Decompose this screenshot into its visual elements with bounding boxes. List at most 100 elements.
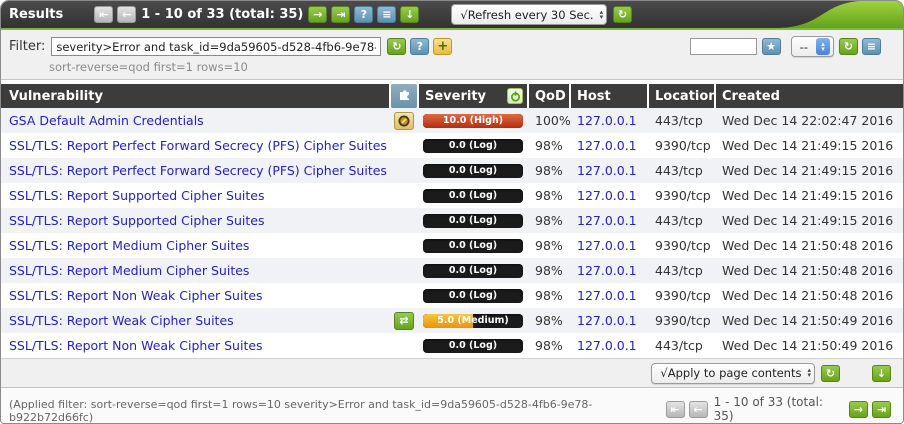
vulnerability-link[interactable]: SSL/TLS: Report Perfect Forward Secrecy … xyxy=(9,163,387,178)
table-row: SSL/TLS: Report Non Weak Cipher Suites 0… xyxy=(1,333,903,358)
severity-label: 0.0 (Log) xyxy=(423,164,523,178)
host-link[interactable]: 127.0.0.1 xyxy=(577,113,637,128)
first-page-button[interactable]: ⇤ xyxy=(666,401,685,418)
next-page-icon: → xyxy=(854,404,863,415)
qod-value: 98% xyxy=(529,183,569,208)
qod-value: 98% xyxy=(529,158,569,183)
table-row: GSA Default Admin Credentials 10.0 (High… xyxy=(1,108,903,133)
location-value: 9390/tcp xyxy=(649,308,714,333)
update-filter-button[interactable]: ↻ xyxy=(387,38,406,55)
saved-filter-select[interactable]: -- ▴▾ xyxy=(791,36,834,57)
vulnerability-link[interactable]: SSL/TLS: Report Supported Cipher Suites xyxy=(9,188,264,203)
column-header-severity[interactable]: Severity xyxy=(419,84,527,108)
pagination-count: 1 - 10 of 33 (total: 35) xyxy=(714,395,843,423)
previous-page-button[interactable]: ← xyxy=(689,401,708,418)
help-button[interactable]: ? xyxy=(354,6,373,23)
save-filter-button[interactable]: ★ xyxy=(762,38,781,55)
location-value: 9390/tcp xyxy=(649,183,714,208)
vulnerability-link[interactable]: SSL/TLS: Report Medium Cipher Suites xyxy=(9,238,249,253)
location-value: 443/tcp xyxy=(649,258,714,283)
download-page-button[interactable]: ↓ xyxy=(872,365,891,382)
list-icon: ≡ xyxy=(867,41,876,52)
vulnerability-link[interactable]: SSL/TLS: Report Medium Cipher Suites xyxy=(9,263,249,278)
created-value: Wed Dec 14 21:50:49 2016 xyxy=(716,308,903,333)
refresh-icon: ↻ xyxy=(392,41,401,52)
next-page-button[interactable]: → xyxy=(849,401,868,418)
severity-bar: 5.0 (Medium) xyxy=(423,314,523,328)
location-value: 443/tcp xyxy=(649,208,714,233)
refresh-icon: ↻ xyxy=(844,41,853,52)
filter-input[interactable] xyxy=(51,37,381,56)
column-header-solution-type[interactable] xyxy=(391,84,417,108)
solution-workaround-icon xyxy=(394,112,414,130)
column-header-host[interactable]: Host xyxy=(571,84,647,108)
select-stepper-icon: ▴▾ xyxy=(600,10,604,20)
host-link[interactable]: 127.0.0.1 xyxy=(577,213,637,228)
column-header-created[interactable]: Created xyxy=(716,84,903,108)
vulnerability-link[interactable]: GSA Default Admin Credentials xyxy=(9,113,204,128)
last-page-button[interactable]: ⇥ xyxy=(331,6,350,23)
filter-toolbar: Filter: ↻ ? + ★ -- ▴▾ ↻ ≡ sort-reverse=q… xyxy=(1,30,903,80)
next-page-button[interactable]: → xyxy=(308,6,327,23)
qod-value: 98% xyxy=(529,308,569,333)
severity-bar: 10.0 (High) xyxy=(423,114,523,128)
saved-filter-name-input[interactable] xyxy=(690,38,757,55)
host-link[interactable]: 127.0.0.1 xyxy=(577,163,637,178)
host-link[interactable]: 127.0.0.1 xyxy=(577,338,637,353)
vulnerability-link[interactable]: SSL/TLS: Report Weak Cipher Suites xyxy=(9,313,234,328)
vulnerability-link[interactable]: SSL/TLS: Report Non Weak Cipher Suites xyxy=(9,288,263,303)
filter-help-button[interactable]: ? xyxy=(410,38,429,55)
apply-action-button[interactable]: ↻ xyxy=(821,365,840,382)
table-row: SSL/TLS: Report Supported Cipher Suites … xyxy=(1,183,903,208)
location-value: 443/tcp xyxy=(649,158,714,183)
severity-label: 0.0 (Log) xyxy=(423,339,523,353)
host-link[interactable]: 127.0.0.1 xyxy=(577,263,637,278)
filter-summary: sort-reverse=qod first=1 rows=10 xyxy=(49,60,895,74)
export-button[interactable]: ↓ xyxy=(400,6,419,23)
column-header-location[interactable]: Location xyxy=(649,84,714,108)
refresh-interval-value: √Refresh every 30 Sec. xyxy=(460,8,593,22)
severity-sort-icon[interactable] xyxy=(507,88,523,104)
list-icon: ≡ xyxy=(382,9,391,20)
bulk-action-value: √Apply to page contents xyxy=(660,366,801,380)
table-row: SSL/TLS: Report Medium Cipher Suites 0.0… xyxy=(1,233,903,258)
vulnerability-link[interactable]: SSL/TLS: Report Non Weak Cipher Suites xyxy=(9,338,263,353)
refresh-now-button[interactable]: ↻ xyxy=(613,6,632,23)
severity-label: 0.0 (Log) xyxy=(423,289,523,303)
previous-page-icon: ← xyxy=(122,9,131,20)
list-view-button[interactable]: ≡ xyxy=(377,6,396,23)
host-link[interactable]: 127.0.0.1 xyxy=(577,313,637,328)
apply-saved-filter-button[interactable]: ↻ xyxy=(839,38,858,55)
bulk-action-select[interactable]: √Apply to page contents ▴▾ xyxy=(651,363,815,384)
column-header-qod[interactable]: QoD xyxy=(529,84,569,108)
table-row: SSL/TLS: Report Medium Cipher Suites 0.0… xyxy=(1,258,903,283)
vulnerability-link[interactable]: SSL/TLS: Report Perfect Forward Secrecy … xyxy=(9,138,387,153)
vulnerability-link[interactable]: SSL/TLS: Report Supported Cipher Suites xyxy=(9,213,264,228)
edit-filters-button[interactable]: ≡ xyxy=(862,38,881,55)
qod-value: 98% xyxy=(529,133,569,158)
pagination-count: 1 - 10 of 33 (total: 35) xyxy=(141,7,303,22)
qod-value: 98% xyxy=(529,258,569,283)
last-page-button[interactable]: ⇥ xyxy=(872,401,891,418)
host-link[interactable]: 127.0.0.1 xyxy=(577,188,637,203)
severity-label: 10.0 (High) xyxy=(423,114,523,128)
severity-bar: 0.0 (Log) xyxy=(423,214,523,228)
star-icon: ★ xyxy=(766,41,776,52)
host-link[interactable]: 127.0.0.1 xyxy=(577,138,637,153)
refresh-interval-select[interactable]: √Refresh every 30 Sec. ▴▾ xyxy=(451,4,607,25)
severity-bar: 0.0 (Log) xyxy=(423,164,523,178)
location-value: 443/tcp xyxy=(649,333,714,358)
previous-page-button[interactable]: ← xyxy=(117,6,136,23)
new-filter-button[interactable]: + xyxy=(433,38,452,55)
first-page-button[interactable]: ⇤ xyxy=(94,6,113,23)
host-link[interactable]: 127.0.0.1 xyxy=(577,288,637,303)
greenbone-swoosh-decoration xyxy=(771,1,903,28)
select-stepper-icon: ▴▾ xyxy=(816,38,830,55)
refresh-icon: ↻ xyxy=(826,368,835,379)
results-table-header: Vulnerability Severity QoD Host Location… xyxy=(1,84,903,108)
severity-label: 5.0 (Medium) xyxy=(423,314,523,328)
results-window: Results ⇤ ← 1 - 10 of 33 (total: 35) → ⇥… xyxy=(0,0,904,424)
column-header-vulnerability[interactable]: Vulnerability xyxy=(1,84,389,108)
host-link[interactable]: 127.0.0.1 xyxy=(577,238,637,253)
created-value: Wed Dec 14 21:50:48 2016 xyxy=(716,283,903,308)
